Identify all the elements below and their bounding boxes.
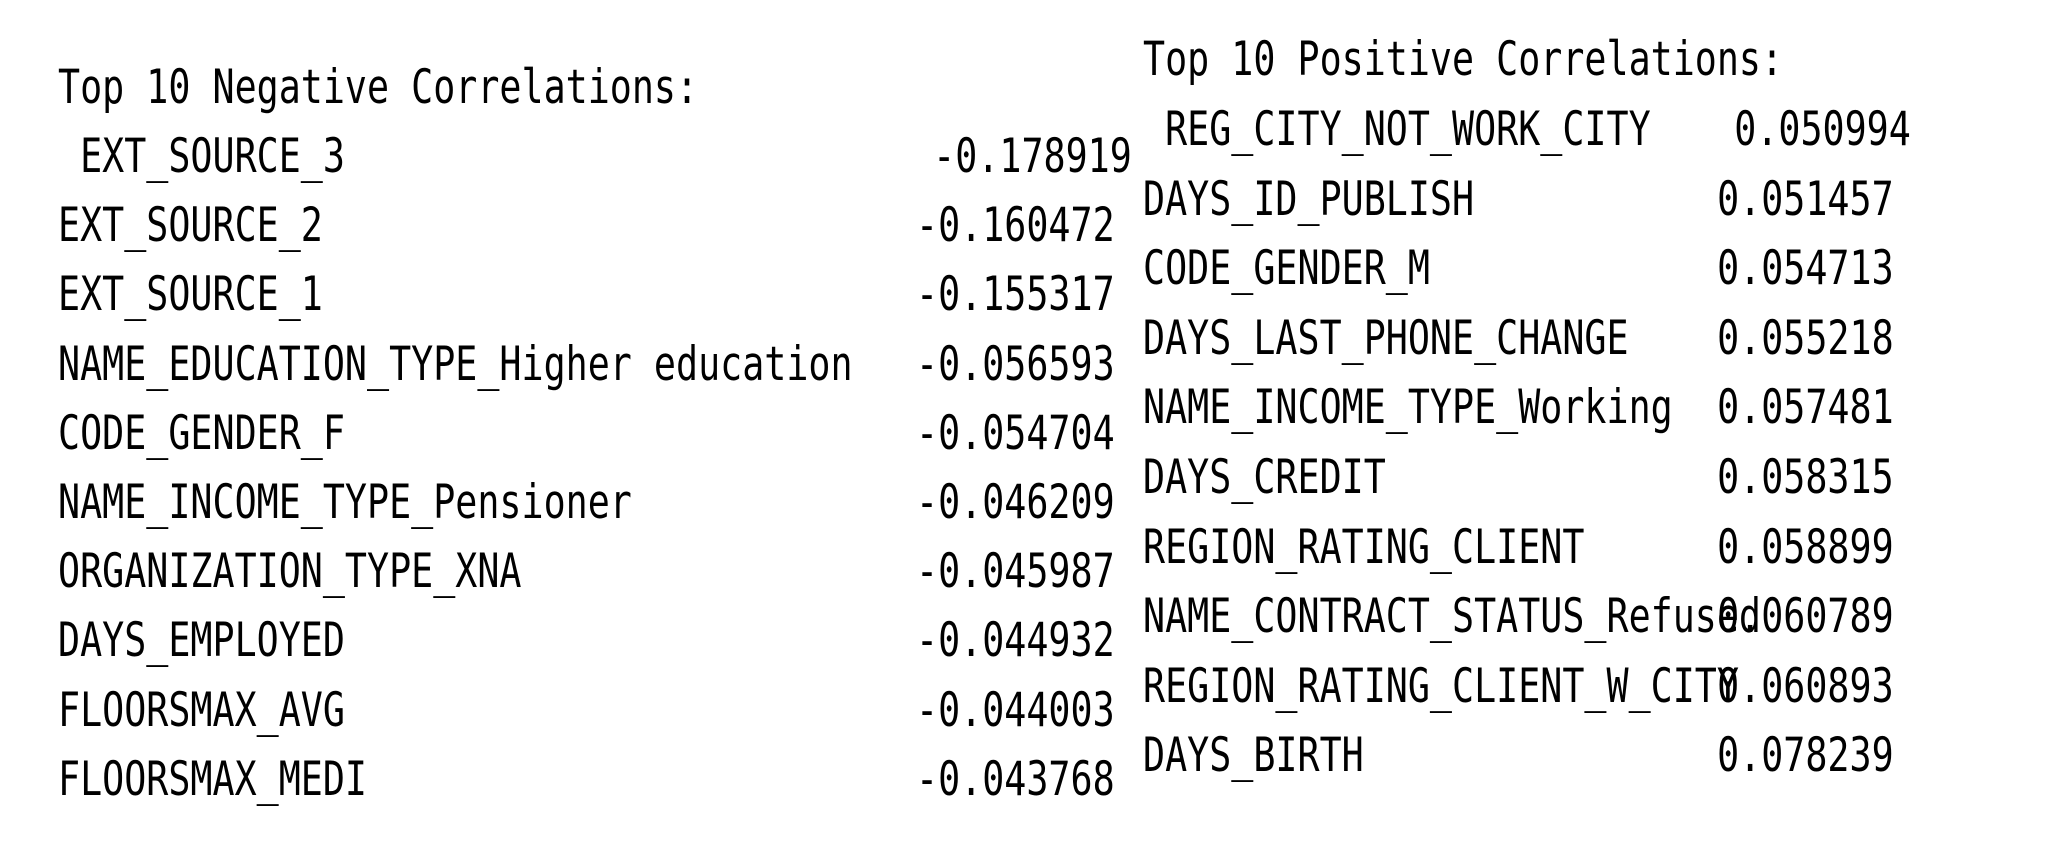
correlation-value: -0.044003 [915, 682, 1115, 738]
feature-name: REGION_RATING_CLIENT [1143, 519, 1585, 575]
correlation-value: -0.054704 [915, 405, 1115, 461]
feature-name: ORGANIZATION_TYPE_XNA [58, 544, 522, 600]
feature-name: DAYS_CREDIT [1143, 450, 1386, 505]
correlation-value: -0.045987 [915, 544, 1115, 600]
negative-correlations-title: Top 10 Negative Correlations: [58, 60, 699, 115]
correlation-value: -0.155317 [915, 267, 1115, 323]
feature-name: FLOORSMAX_AVG [58, 682, 345, 738]
correlation-value: 0.060789 [1717, 589, 1894, 645]
correlation-value: -0.056593 [915, 336, 1115, 392]
feature-name: CODE_GENDER_M [1143, 241, 1430, 297]
correlation-value: -0.178919 [933, 129, 1132, 184]
feature-name: CODE_GENDER_F [58, 405, 345, 461]
correlation-value: -0.160472 [915, 198, 1115, 254]
correlation-value: 0.050994 [1734, 102, 1911, 157]
feature-name: FLOORSMAX_MEDI [58, 751, 368, 807]
feature-name: NAME_CONTRACT_STATUS_Refused [1143, 589, 1762, 645]
correlation-value: 0.054713 [1717, 241, 1894, 297]
correlation-value: 0.057481 [1717, 380, 1894, 436]
correlation-value: 0.058315 [1717, 450, 1894, 505]
feature-name: DAYS_LAST_PHONE_CHANGE [1143, 310, 1629, 366]
correlation-value: 0.058899 [1717, 519, 1894, 575]
feature-name: EXT_SOURCE_3 [58, 129, 345, 184]
correlation-value: 0.055218 [1717, 310, 1894, 366]
correlation-value: -0.046209 [915, 475, 1115, 530]
feature-name: NAME_INCOME_TYPE_Pensioner [58, 475, 632, 530]
feature-name: DAYS_EMPLOYED [58, 613, 345, 669]
feature-name: EXT_SOURCE_1 [58, 267, 323, 323]
feature-name: REG_CITY_NOT_WORK_CITY [1143, 102, 1651, 157]
correlation-value: 0.060893 [1717, 658, 1894, 714]
correlation-value: -0.043768 [915, 751, 1115, 807]
feature-name: NAME_EDUCATION_TYPE_Higher education [58, 336, 853, 392]
positive-correlations-title: Top 10 Positive Correlations: [1143, 32, 1784, 87]
correlation-value: -0.044932 [915, 613, 1115, 669]
correlation-value: 0.051457 [1717, 171, 1894, 227]
feature-name: REGION_RATING_CLIENT_W_CITY [1143, 658, 1739, 714]
feature-name: DAYS_ID_PUBLISH [1143, 171, 1475, 227]
correlation-value: 0.078239 [1717, 728, 1894, 784]
feature-name: DAYS_BIRTH [1143, 728, 1364, 784]
feature-name: NAME_INCOME_TYPE_Working [1143, 380, 1673, 436]
feature-name: EXT_SOURCE_2 [58, 198, 323, 254]
